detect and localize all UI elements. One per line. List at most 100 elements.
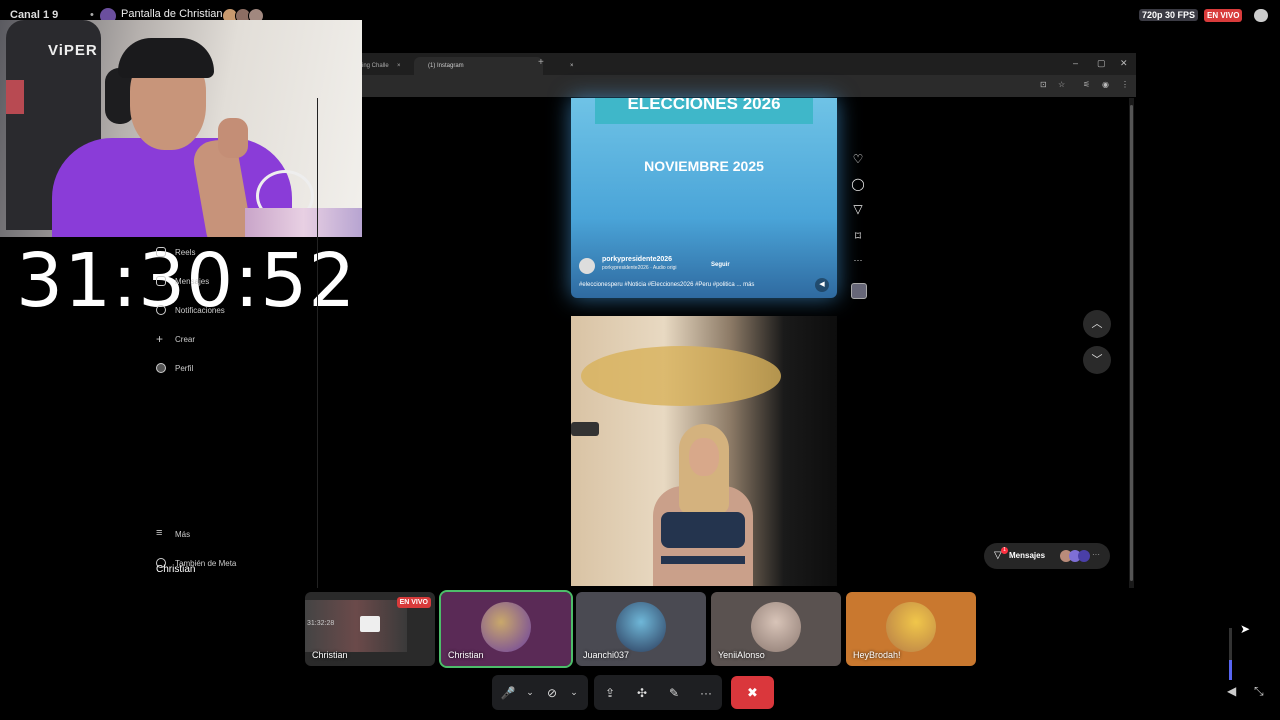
address-bar[interactable] — [362, 75, 1136, 97]
sidebar-item-more[interactable]: ≡ Más — [156, 527, 191, 539]
sidebar-item-label: Más — [175, 529, 191, 539]
woman-face — [689, 438, 719, 476]
share-icon[interactable]: ▽ — [851, 202, 865, 216]
post-hashtags[interactable]: #eleccionesperu #Noticia #Elecciones2026… — [579, 282, 754, 288]
participant-tile[interactable]: HeyBrodah! — [846, 592, 976, 666]
sports-top — [661, 512, 745, 548]
blanket — [245, 208, 362, 237]
volume-icon[interactable]: ◀ — [1227, 684, 1236, 698]
soundboard-icon[interactable]: ✎ — [658, 686, 690, 700]
scrollbar-thumb[interactable] — [1130, 105, 1133, 581]
reel-post[interactable]: ELECCIONES 2026 NOVIEMBRE 2025 porkypres… — [571, 98, 837, 298]
more-icon[interactable]: ··· — [690, 686, 722, 700]
participant-name: HeyBrodah! — [853, 650, 901, 660]
fullscreen-icon[interactable]: ⤡ — [1254, 684, 1264, 699]
browser-tab-bar: ing Challe × (1) Instagram × + — [362, 53, 1136, 75]
install-icon[interactable]: ⊡ — [1040, 80, 1047, 89]
cursor-icon: ➤ — [1240, 622, 1251, 636]
tab-instagram[interactable]: (1) Instagram × — [414, 57, 574, 75]
browser-menu-icon[interactable]: ⋮ — [1121, 80, 1129, 89]
sidebar-divider — [317, 98, 318, 588]
bookmark-star-icon[interactable]: ☆ — [1058, 80, 1065, 89]
heart-icon[interactable]: ♡ — [851, 152, 865, 166]
participant-name: Christian — [448, 650, 484, 660]
gym-bar — [571, 422, 599, 436]
close-window-button[interactable]: ✕ — [1120, 58, 1128, 69]
chevron-down-icon[interactable]: ⌄ — [568, 687, 580, 698]
mic-icon[interactable]: 🎤 — [492, 686, 524, 700]
tab-challenge[interactable]: ing Challe × — [362, 57, 412, 75]
chat-icon[interactable] — [1254, 9, 1268, 22]
stream-owner-name: Christian — [156, 564, 196, 575]
sidebar-item-reels[interactable]: Reels — [156, 247, 195, 257]
avatar — [751, 602, 801, 652]
sidebar-item-profile[interactable]: Perfil — [156, 363, 193, 373]
preview-timer: 31:32:28 — [307, 620, 335, 627]
camera-off-icon[interactable]: ⊘ — [536, 686, 568, 700]
headband — [118, 38, 214, 78]
messages-button[interactable]: ▽ 1 Mensajes ··· — [984, 543, 1110, 569]
profile-avatar-icon — [156, 363, 166, 373]
heart-icon — [156, 305, 166, 315]
chair-logo: ViPER — [48, 42, 98, 59]
sidebar-item-create[interactable]: + Crear — [156, 332, 196, 346]
minimize-button[interactable]: – — [1073, 58, 1078, 68]
waistband — [661, 556, 745, 564]
sidebar-item-label: Reels — [175, 247, 196, 257]
new-tab-button[interactable]: + — [538, 57, 544, 68]
follow-button[interactable]: Seguir — [711, 262, 730, 268]
participant-tile-screen[interactable]: 31:32:28 EN VIVO Christian — [305, 592, 435, 666]
quality-badge: 720p 30 FPS — [1139, 9, 1199, 21]
audio-thumbnail[interactable] — [851, 283, 867, 299]
sidebar-item-label: Perfil — [175, 363, 194, 373]
participant-tile[interactable]: YeniiAlonso — [711, 592, 841, 666]
more-icon: ··· — [1092, 550, 1100, 559]
live-badge: EN VIVO — [1204, 9, 1243, 22]
poster-username[interactable]: porkypresidente2026 — [602, 256, 672, 263]
extensions-icon[interactable]: ⚟ — [1083, 80, 1090, 89]
plus-icon: + — [156, 332, 164, 346]
sidebar-item-label: Notificaciones — [175, 305, 225, 315]
message-avatars — [1060, 550, 1090, 562]
tab-label: ing Challe — [362, 63, 389, 69]
chevron-down-icon[interactable]: ⌄ — [524, 687, 536, 698]
participant-name: Juanchi037 — [583, 650, 630, 660]
maximize-button[interactable]: ▢ — [1097, 58, 1106, 69]
audio-label[interactable]: porkypresidente2026 · Audio origi — [602, 265, 677, 271]
menu-icon: ≡ — [156, 527, 163, 539]
more-icon[interactable]: ··· — [851, 255, 865, 265]
avatar — [1078, 550, 1090, 562]
live-badge: EN VIVO — [396, 597, 431, 608]
webcam-feed: ViPER — [0, 20, 362, 237]
screen-share-icon — [360, 616, 380, 632]
comment-icon[interactable]: ◯ — [851, 177, 865, 191]
profile-icon[interactable]: ◉ — [1102, 80, 1109, 89]
reels-icon — [156, 247, 166, 257]
stream-title: Pantalla de Christian — [121, 8, 223, 20]
activities-icon[interactable]: ✣ — [626, 686, 658, 700]
sidebar-item-notifications[interactable]: Notificaciones — [156, 305, 225, 315]
ceiling-light — [581, 346, 781, 406]
messages-label: Mensajes — [1009, 551, 1046, 560]
avatar — [481, 602, 531, 652]
screen-share-icon[interactable]: ⇪ — [594, 686, 626, 700]
participant-tile-camera[interactable]: Christian — [439, 590, 573, 668]
avatar — [886, 602, 936, 652]
participant-name: YeniiAlonso — [718, 650, 765, 660]
tab-close-icon[interactable]: × — [570, 57, 574, 75]
poster-avatar[interactable] — [579, 258, 595, 274]
participant-tile[interactable]: Juanchi037 — [576, 592, 706, 666]
tab-close-icon[interactable]: × — [397, 57, 401, 75]
previous-reel-button[interactable]: ︿ — [1083, 310, 1111, 338]
volume-level — [1229, 660, 1232, 680]
hangup-icon[interactable]: ✖ — [731, 676, 774, 709]
mute-icon[interactable]: ◀ — [815, 278, 829, 292]
participant-name: Christian — [312, 650, 348, 660]
person-hand — [218, 118, 248, 158]
unread-badge: 1 — [1001, 547, 1008, 554]
sidebar-item-label: Crear — [175, 334, 196, 344]
sidebar-item-messages[interactable]: Mensajes — [156, 276, 209, 286]
bookmark-icon[interactable]: ⌑ — [851, 229, 865, 243]
reel-post[interactable] — [571, 316, 837, 586]
next-reel-button[interactable]: ﹀ — [1083, 346, 1111, 374]
